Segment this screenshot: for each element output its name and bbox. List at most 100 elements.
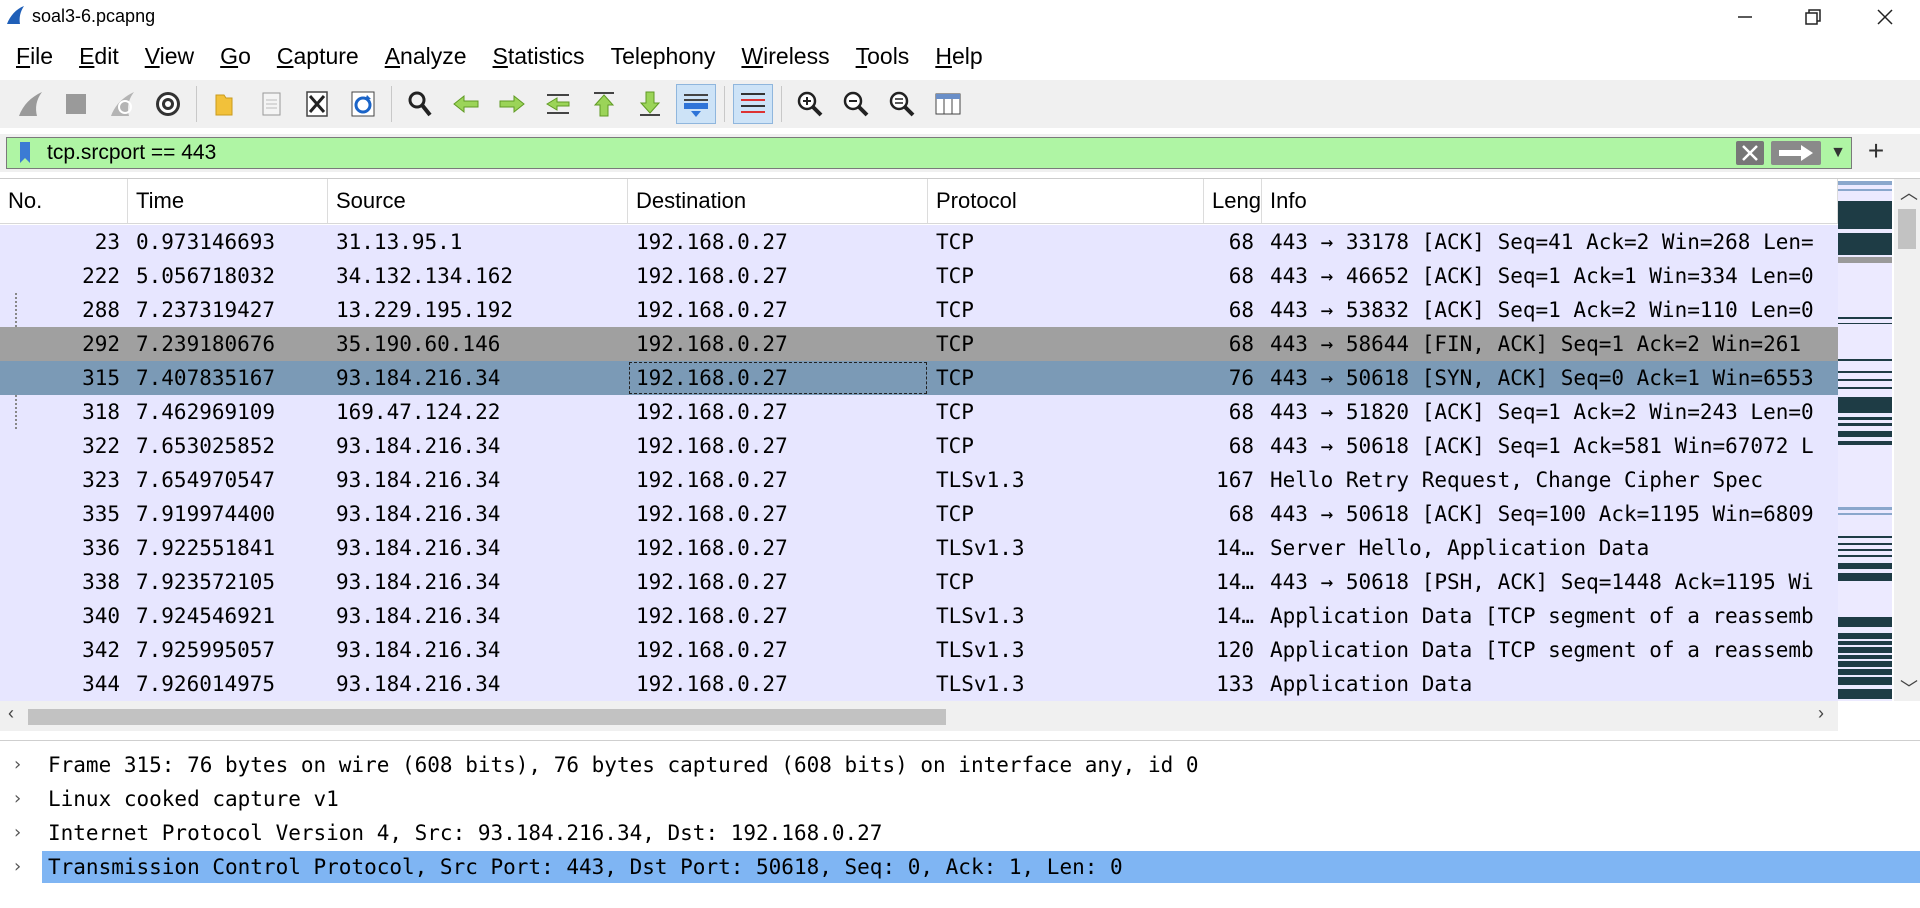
add-filter-button[interactable]: + (1862, 136, 1890, 166)
zoom-in-button[interactable] (790, 84, 830, 124)
packet-row[interactable]: 318 7.462969109 169.47.124.22 192.168.0.27 T… (0, 395, 1838, 429)
packet-cell-len: 167 (1216, 468, 1254, 492)
filter-history-dropdown[interactable]: ▼ (1827, 141, 1849, 165)
minimize-button[interactable] (1710, 0, 1780, 34)
start-capture-button[interactable] (10, 84, 50, 124)
packet-row[interactable]: 23 0.973146693 31.13.95.1 192.168.0.27 TCP 68… (0, 225, 1838, 259)
column-header-proto[interactable]: Protocol (928, 179, 1204, 223)
packet-cell-dst: 192.168.0.27 (636, 400, 788, 424)
packet-row[interactable]: 336 7.922551841 93.184.216.34 192.168.0.27 T… (0, 531, 1838, 565)
menu-analyze[interactable]: Analyze (375, 43, 477, 70)
packet-list-rows: 23 0.973146693 31.13.95.1 192.168.0.27 TCP 68… (0, 225, 1838, 701)
column-header-dst[interactable]: Destination (628, 179, 928, 223)
scroll-left-icon[interactable]: ‹ (8, 703, 14, 724)
menu-view[interactable]: View (135, 43, 204, 70)
go-back-button[interactable] (446, 84, 486, 124)
first-packet-button[interactable] (584, 84, 624, 124)
restore-button[interactable] (1778, 0, 1848, 34)
packet-row[interactable]: 288 7.237319427 13.229.195.192 192.168.0.27… (0, 293, 1838, 327)
bookmark-icon[interactable] (11, 141, 39, 165)
chevron-right-icon[interactable]: › (14, 851, 30, 883)
restart-fin-icon (111, 92, 134, 116)
close-icon (1877, 9, 1893, 25)
packet-cell-no: 318 (82, 400, 120, 424)
packet-cell-proto: TCP (936, 400, 974, 424)
column-header-no[interactable]: No. (0, 179, 128, 223)
scroll-down-icon[interactable]: ﹀ (1900, 675, 1918, 701)
packet-cell-proto: TLSv1.3 (936, 604, 1025, 628)
menu-telephony[interactable]: Telephony (601, 43, 726, 70)
horizontal-scroll-thumb[interactable] (28, 709, 946, 725)
packet-row[interactable]: 315 7.407835167 93.184.216.34 192.168.0.27 T… (0, 361, 1838, 395)
packet-row[interactable]: 344 7.926014975 93.184.216.34 192.168.0.27 T… (0, 667, 1838, 701)
close-button[interactable] (1850, 0, 1920, 34)
menu-capture[interactable]: Capture (267, 43, 369, 70)
chevron-right-icon[interactable]: › (14, 783, 30, 815)
chevron-right-icon[interactable]: › (14, 817, 30, 849)
column-header-len[interactable]: Leng (1204, 179, 1262, 223)
packet-cell-time: 7.922551841 (136, 536, 276, 560)
packet-minimap[interactable] (1838, 181, 1892, 701)
display-filter-input[interactable] (47, 138, 1727, 168)
packet-cell-time: 7.239180676 (136, 332, 276, 356)
capture-options-button[interactable] (148, 84, 188, 124)
open-file-button[interactable] (205, 84, 245, 124)
packet-cell-info: 443 → 50618 [PSH, ACK] Seq=1448 Ack=1195… (1270, 570, 1814, 594)
last-packet-button[interactable] (630, 84, 670, 124)
horizontal-scrollbar[interactable]: ‹ › (0, 701, 1838, 731)
display-filter-bar: ▼ + (0, 134, 1920, 172)
menu-wireless[interactable]: Wireless (731, 43, 839, 70)
zoom-out-button[interactable] (836, 84, 876, 124)
packet-row[interactable]: 340 7.924546921 93.184.216.34 192.168.0.27 T… (0, 599, 1838, 633)
detail-tree-item[interactable]: › Transmission Control Protocol, Src Port… (0, 851, 1920, 883)
menu-label-rest: ools (867, 42, 910, 69)
packet-row[interactable]: 222 5.056718032 34.132.134.162 192.168.0.27… (0, 259, 1838, 293)
packet-row[interactable]: 322 7.653025852 93.184.216.34 192.168.0.27 T… (0, 429, 1838, 463)
restart-capture-button[interactable] (102, 84, 142, 124)
close-file-button[interactable] (297, 84, 337, 124)
packet-row[interactable]: 292 7.239180676 35.190.60.146 192.168.0.27 T… (0, 327, 1838, 361)
save-file-button[interactable] (251, 84, 291, 124)
vertical-scrollbar[interactable]: ︿ ﹀ (1894, 179, 1920, 701)
menu-go[interactable]: Go (210, 43, 261, 70)
detail-tree-item[interactable]: › Linux cooked capture v1 (0, 783, 1920, 815)
go-forward-button[interactable] (492, 84, 532, 124)
go-to-packet-button[interactable] (538, 84, 578, 124)
find-packet-button[interactable] (400, 84, 440, 124)
packet-cell-src: 93.184.216.34 (336, 536, 501, 560)
auto-scroll-button[interactable] (676, 84, 716, 124)
stop-capture-button[interactable] (56, 84, 96, 124)
menu-statistics[interactable]: Statistics (483, 43, 595, 70)
colorize-icon (741, 93, 765, 113)
packet-cell-proto: TCP (936, 264, 974, 288)
resize-columns-button[interactable] (928, 84, 968, 124)
packet-row[interactable]: 335 7.919974400 93.184.216.34 192.168.0.27 T… (0, 497, 1838, 531)
colorize-button[interactable] (733, 84, 773, 124)
packet-cell-proto: TCP (936, 502, 974, 526)
column-header-time[interactable]: Time (128, 179, 328, 223)
detail-tree-item[interactable]: › Frame 315: 76 bytes on wire (608 bits),… (0, 749, 1920, 781)
reload-file-button[interactable] (343, 84, 383, 124)
packet-row[interactable]: 338 7.923572105 93.184.216.34 192.168.0.27 T… (0, 565, 1838, 599)
normal-size-button[interactable] (882, 84, 922, 124)
apply-filter-icon[interactable] (1771, 141, 1821, 165)
column-header-info[interactable]: Info (1262, 179, 1838, 223)
vertical-scroll-thumb[interactable] (1898, 209, 1916, 249)
minimap-stripe (1838, 513, 1892, 515)
reload-icon (351, 91, 375, 117)
clear-filter-icon[interactable] (1735, 140, 1765, 166)
toolbar-separator (724, 86, 725, 122)
scroll-right-icon[interactable]: › (1818, 703, 1824, 724)
packet-row[interactable]: 342 7.925995057 93.184.216.34 192.168.0.27 T… (0, 633, 1838, 667)
packet-cell-src: 35.190.60.146 (336, 332, 501, 356)
packet-cell-proto: TLSv1.3 (936, 638, 1025, 662)
menu-file[interactable]: File (6, 43, 63, 70)
packet-row[interactable]: 323 7.654970547 93.184.216.34 192.168.0.27 T… (0, 463, 1838, 497)
menu-edit[interactable]: Edit (69, 43, 129, 70)
detail-tree-item[interactable]: › Internet Protocol Version 4, Src: 93.18… (0, 817, 1920, 849)
scroll-up-icon[interactable]: ︿ (1900, 179, 1918, 205)
column-header-src[interactable]: Source (328, 179, 628, 223)
menu-tools[interactable]: Tools (846, 43, 920, 70)
chevron-right-icon[interactable]: › (14, 749, 30, 781)
menu-help[interactable]: Help (925, 43, 992, 70)
